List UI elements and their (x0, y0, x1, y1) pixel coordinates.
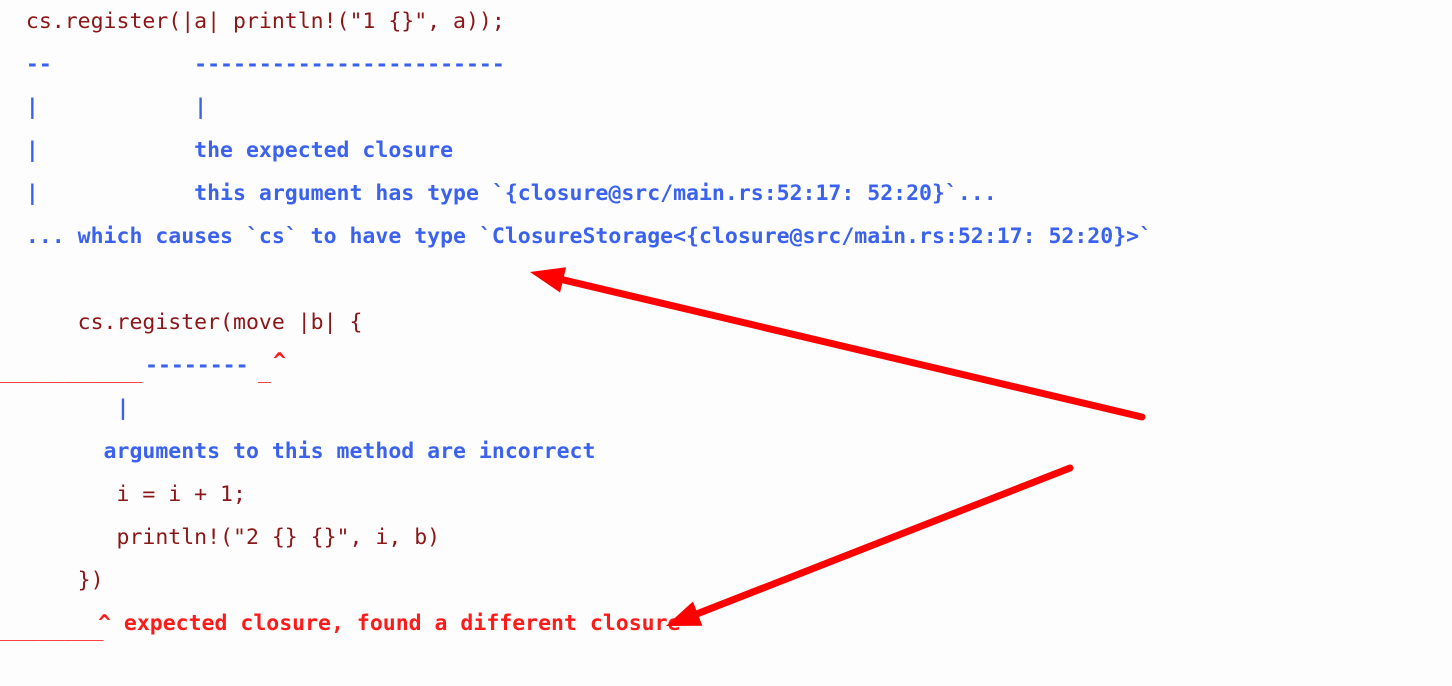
code-line: | the expected closure (0, 137, 453, 165)
code-segment: ... which causes `cs` to have type `Clos… (0, 224, 1153, 249)
code-line: | (0, 395, 129, 423)
code-line: | | (0, 94, 207, 122)
code-segment: -- ------------------------ (0, 52, 505, 77)
code-segment: arguments to this method are incorrect (0, 439, 596, 464)
arrow-to-expected-closure (666, 464, 1074, 626)
code-segment: -------- (145, 353, 249, 378)
code-line: println!("2 {} {}", i, b) (0, 524, 440, 552)
code-segment: _ (258, 359, 271, 384)
code-segment: | this argument has type `{closure@src/m… (0, 181, 997, 206)
code-line: arguments to this method are incorrect (0, 438, 596, 466)
code-segment: | (0, 396, 130, 421)
code-line: ... which causes `cs` to have type `Clos… (0, 223, 1152, 251)
code-line: | this argument has type `{closure@src/m… (0, 180, 997, 208)
code-segment: i = i + 1; (0, 482, 246, 507)
code-segment: ________ (0, 617, 104, 642)
code-line: }) (0, 567, 104, 595)
code-segment: ___________ (0, 359, 143, 384)
code-segment: cs.register(|a| println!("1 {}", a)); (0, 9, 505, 34)
code-segment: | the expected closure (0, 138, 454, 163)
arrow-to-closure-storage (530, 267, 1146, 421)
code-segment: cs.register(move |b| { (0, 310, 363, 335)
code-segment: | | (0, 95, 208, 120)
code-segment: println!("2 {} {}", i, b) (0, 525, 441, 550)
code-segment: ^ expected closure, found a different cl… (98, 611, 681, 636)
code-line: -- ------------------------ (0, 51, 505, 79)
code-segment: ^ (273, 349, 286, 374)
compiler-error-screenshot: cs.register(|a| println!("1 {}", a)); --… (0, 0, 1452, 686)
code-segment: }) (0, 568, 104, 593)
annotation-arrow-layer (530, 267, 1146, 626)
code-line: i = i + 1; (0, 481, 246, 509)
code-line: cs.register(move |b| { (0, 309, 363, 337)
code-line: cs.register(|a| println!("1 {}", a)); (0, 8, 505, 36)
